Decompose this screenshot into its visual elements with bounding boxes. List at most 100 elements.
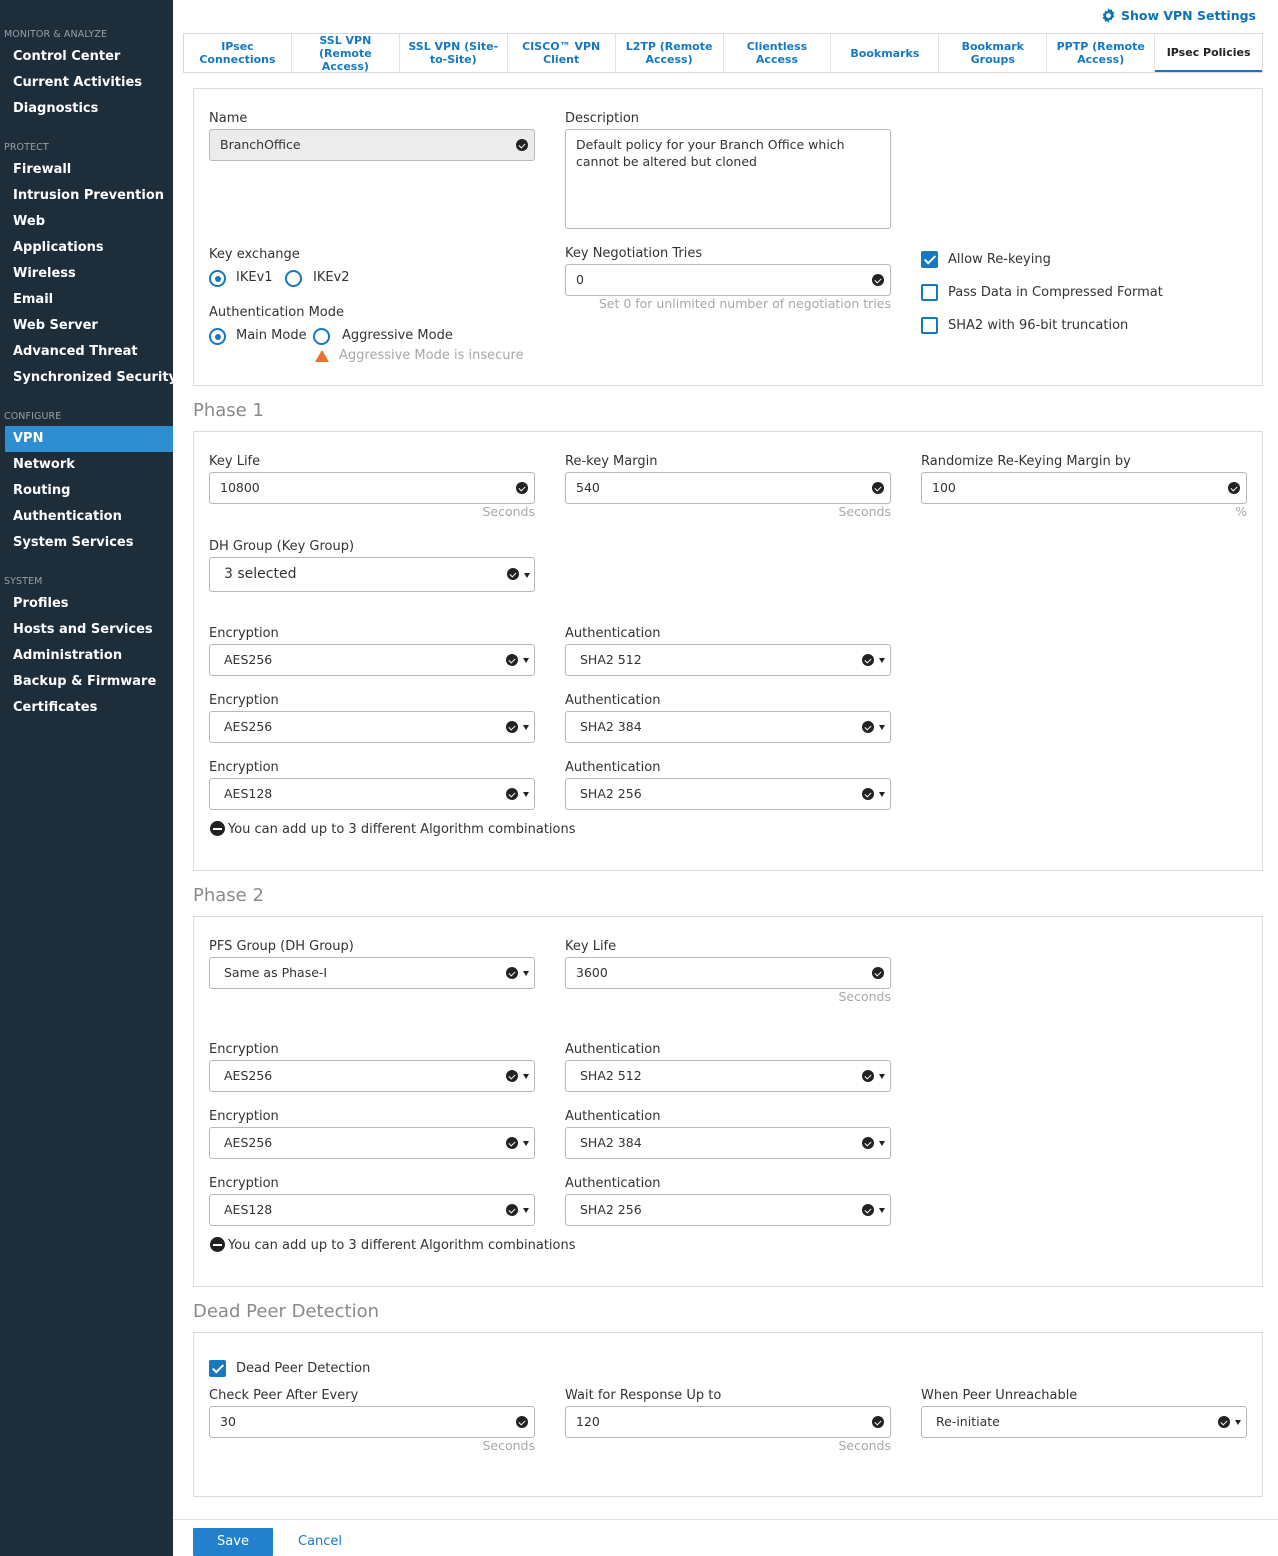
- chevron-down-icon: [523, 971, 529, 976]
- tab-ipsec-policies[interactable]: IPsec Policies: [1155, 34, 1263, 72]
- vpn-tabs: IPsec Connections SSL VPN (Remote Access…: [183, 33, 1263, 73]
- cancel-button[interactable]: Cancel: [298, 1534, 342, 1549]
- allow-rekeying-label: Allow Re-keying: [948, 252, 1051, 267]
- description-field[interactable]: Default policy for your Branch Office wh…: [565, 129, 891, 229]
- sidebar-item-system-services[interactable]: System Services: [5, 530, 173, 556]
- show-vpn-settings-link[interactable]: Show VPN Settings: [1101, 8, 1256, 23]
- p2-pfs-select[interactable]: Same as Phase-I: [209, 957, 535, 989]
- remove-combination-icon[interactable]: [210, 1237, 225, 1252]
- check-icon: [506, 788, 518, 800]
- key-negotiation-field[interactable]: 0: [565, 264, 891, 296]
- tab-bookmarks[interactable]: Bookmarks: [831, 34, 940, 72]
- p1-rekey-margin-value: 540: [576, 480, 600, 495]
- check-icon: [506, 654, 518, 666]
- p1-dh-group-select[interactable]: 3 selected: [209, 557, 535, 592]
- ikev1-radio[interactable]: [209, 270, 226, 287]
- sidebar-group-protect: PROTECT: [4, 142, 49, 153]
- p2-key-life-unit: Seconds: [838, 989, 891, 1004]
- sidebar-item-profiles[interactable]: Profiles: [5, 591, 173, 617]
- p1-randomize-unit: %: [1235, 504, 1247, 519]
- p2-pfs-label: PFS Group (DH Group): [209, 939, 354, 954]
- allow-rekeying-checkbox[interactable]: [921, 251, 938, 268]
- dpd-check-field[interactable]: 30: [209, 1406, 535, 1438]
- tab-l2tp-remote-access[interactable]: L2TP (Remote Access): [616, 34, 724, 72]
- tab-bookmark-groups[interactable]: Bookmark Groups: [939, 34, 1048, 72]
- key-negotiation-hint: Set 0 for unlimited number of negotiatio…: [598, 296, 891, 311]
- sidebar-item-firewall[interactable]: Firewall: [5, 157, 173, 183]
- tab-ipsec-connections[interactable]: IPsec Connections: [184, 34, 292, 72]
- tab-cisco-vpn-client[interactable]: CISCO™ VPN Client: [508, 34, 616, 72]
- tab-ssl-vpn-site-to-site[interactable]: SSL VPN (Site-to-Site): [400, 34, 508, 72]
- sidebar-item-routing[interactable]: Routing: [5, 478, 173, 504]
- p2-auth-select[interactable]: SHA2 256: [565, 1194, 891, 1226]
- check-icon: [516, 482, 528, 494]
- sidebar-item-intrusion-prevention[interactable]: Intrusion Prevention: [5, 183, 173, 209]
- pass-compressed-label: Pass Data in Compressed Format: [948, 285, 1163, 300]
- p1-auth-select[interactable]: SHA2 256: [565, 778, 891, 810]
- tab-pptp-remote-access[interactable]: PPTP (Remote Access): [1047, 34, 1156, 72]
- p2-auth-value: SHA2 512: [580, 1068, 642, 1083]
- dpd-wait-field[interactable]: 120: [565, 1406, 891, 1438]
- chevron-down-icon: [879, 658, 885, 663]
- sidebar-item-synchronized-security[interactable]: Synchronized Security: [5, 365, 177, 391]
- p1-auth-select[interactable]: SHA2 512: [565, 644, 891, 676]
- sidebar-item-applications[interactable]: Applications: [5, 235, 173, 261]
- p2-auth-select[interactable]: SHA2 512: [565, 1060, 891, 1092]
- p2-enc-label: Encryption: [209, 1042, 279, 1057]
- tab-ssl-vpn-remote-access[interactable]: SSL VPN (Remote Access): [292, 34, 400, 73]
- sidebar-item-email[interactable]: Email: [5, 287, 173, 313]
- p2-enc-select[interactable]: AES128: [209, 1194, 535, 1226]
- p1-randomize-field[interactable]: 100: [921, 472, 1247, 504]
- p1-rekey-margin-field[interactable]: 540: [565, 472, 891, 504]
- sidebar-item-administration[interactable]: Administration: [5, 643, 173, 669]
- ikev1-label: IKEv1: [236, 270, 273, 285]
- p2-enc-select[interactable]: AES256: [209, 1060, 535, 1092]
- sidebar-item-certificates[interactable]: Certificates: [5, 695, 173, 721]
- dpd-check-unit: Seconds: [482, 1438, 535, 1453]
- sidebar-item-vpn[interactable]: VPN: [5, 426, 173, 452]
- p1-enc-select[interactable]: AES256: [209, 711, 535, 743]
- ikev2-radio[interactable]: [285, 270, 302, 287]
- p2-enc-select[interactable]: AES256: [209, 1127, 535, 1159]
- sidebar-item-diagnostics[interactable]: Diagnostics: [5, 96, 173, 122]
- sidebar-item-control-center[interactable]: Control Center: [5, 44, 173, 70]
- name-label: Name: [209, 111, 248, 126]
- sidebar-item-wireless[interactable]: Wireless: [5, 261, 173, 287]
- chevron-down-icon: [523, 725, 529, 730]
- dpd-unreachable-select[interactable]: Re-initiate: [921, 1406, 1247, 1438]
- main-mode-radio[interactable]: [209, 328, 226, 345]
- check-icon: [506, 967, 518, 979]
- sidebar-item-authentication[interactable]: Authentication: [5, 504, 173, 530]
- sidebar-item-current-activities[interactable]: Current Activities: [5, 70, 173, 96]
- p2-auth-label: Authentication: [565, 1109, 661, 1124]
- check-icon: [506, 721, 518, 733]
- sidebar-group-monitor: MONITOR & ANALYZE: [4, 29, 108, 40]
- key-negotiation-label: Key Negotiation Tries: [565, 246, 703, 261]
- sidebar-item-backup-firmware[interactable]: Backup & Firmware: [5, 669, 173, 695]
- p1-randomize-value: 100: [932, 480, 956, 495]
- pass-compressed-checkbox[interactable]: [921, 284, 938, 301]
- p1-key-life-field[interactable]: 10800: [209, 472, 535, 504]
- sha2-96-checkbox[interactable]: [921, 317, 938, 334]
- p2-auth-value: SHA2 384: [580, 1135, 642, 1150]
- sidebar-item-web-server[interactable]: Web Server: [5, 313, 173, 339]
- sidebar-item-hosts-and-services[interactable]: Hosts and Services: [5, 617, 173, 643]
- p2-key-life-field[interactable]: 3600: [565, 957, 891, 989]
- p2-auth-select[interactable]: SHA2 384: [565, 1127, 891, 1159]
- sidebar-item-network[interactable]: Network: [5, 452, 173, 478]
- dpd-checkbox[interactable]: [209, 1360, 226, 1377]
- p1-auth-select[interactable]: SHA2 384: [565, 711, 891, 743]
- p2-enc-label: Encryption: [209, 1109, 279, 1124]
- p1-enc-select[interactable]: AES256: [209, 644, 535, 676]
- aggressive-mode-radio[interactable]: [313, 328, 330, 345]
- check-icon: [872, 274, 884, 286]
- name-field[interactable]: BranchOffice: [209, 129, 535, 161]
- check-icon: [862, 1070, 874, 1082]
- p1-enc-select[interactable]: AES128: [209, 778, 535, 810]
- sidebar-item-advanced-threat[interactable]: Advanced Threat: [5, 339, 173, 365]
- remove-combination-icon[interactable]: [210, 821, 225, 836]
- sidebar-item-web[interactable]: Web: [5, 209, 173, 235]
- save-button[interactable]: Save: [193, 1528, 273, 1556]
- tab-clientless-access[interactable]: Clientless Access: [724, 34, 832, 72]
- check-icon: [862, 1204, 874, 1216]
